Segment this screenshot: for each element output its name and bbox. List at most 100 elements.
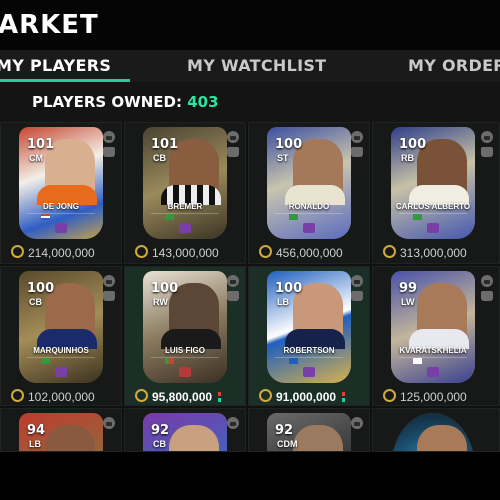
player-card[interactable]: 94 LB bbox=[19, 413, 103, 451]
lock-icon bbox=[103, 275, 115, 287]
card-badge-icon bbox=[427, 223, 439, 233]
tab-my-players[interactable]: MY PLAYERS bbox=[0, 56, 111, 75]
coin-icon bbox=[11, 245, 24, 259]
player-rating: 100 bbox=[151, 281, 179, 296]
player-cell-bremer[interactable]: 101 CB BREMER 143,000,000 bbox=[124, 122, 246, 264]
player-cell-carlos-alberto[interactable]: 100 RB CARLOS ALBERTO 313,000,000 bbox=[372, 122, 500, 264]
player-name: KVARATSKHELIA bbox=[399, 346, 467, 355]
player-card[interactable]: 99 LW KVARATSKHELIA bbox=[391, 271, 475, 383]
shirt-icon bbox=[351, 291, 363, 301]
player-name: DE JONG bbox=[42, 202, 79, 211]
coin-icon bbox=[383, 389, 396, 403]
player-card[interactable]: 100 RB CARLOS ALBERTO bbox=[391, 127, 475, 239]
shirt-icon bbox=[351, 147, 363, 157]
lock-icon bbox=[351, 275, 363, 287]
player-cell-marquinhos[interactable]: 100 CB MARQUINHOS 102,000,000 bbox=[0, 266, 122, 406]
player-cell[interactable]: 92 CDM bbox=[248, 408, 370, 452]
player-name: ROBERTSON bbox=[283, 346, 335, 355]
players-owned-bar: PLAYERS OWNED: 403 bbox=[0, 82, 500, 122]
lock-icon bbox=[351, 417, 363, 429]
player-rating: 92 bbox=[275, 423, 294, 438]
player-card[interactable]: 92 CB bbox=[143, 413, 227, 451]
players-owned-text: PLAYERS OWNED: bbox=[32, 93, 182, 111]
lock-icon bbox=[481, 131, 493, 143]
card-badge-icon bbox=[55, 367, 67, 377]
player-cell[interactable]: 94 LB bbox=[0, 408, 122, 452]
tab-my-orders[interactable]: MY ORDERS bbox=[408, 56, 500, 75]
player-position: CB bbox=[153, 439, 166, 449]
lock-icon bbox=[481, 275, 493, 287]
coin-icon bbox=[259, 389, 272, 403]
player-name: CARLOS ALBERTO bbox=[395, 202, 471, 211]
player-rating: 100 bbox=[275, 281, 303, 296]
player-position: CM bbox=[29, 153, 43, 163]
coin-icon bbox=[259, 245, 272, 259]
player-grid: 101 CM DE JONG 214,000,000 101 CB BREMER bbox=[0, 122, 500, 452]
lock-icon bbox=[103, 131, 115, 143]
player-price: 102,000,000 bbox=[28, 389, 95, 404]
nation-flag-icon bbox=[165, 214, 174, 220]
player-price: 214,000,000 bbox=[28, 245, 95, 260]
lock-icon bbox=[103, 417, 115, 429]
player-name: MARQUINHOS bbox=[33, 346, 89, 355]
lock-icon bbox=[351, 131, 363, 143]
player-name: RONALDO bbox=[288, 202, 330, 211]
card-badge-icon bbox=[427, 367, 439, 377]
nation-flag-icon bbox=[289, 358, 298, 364]
player-cell-kvaratskhelia[interactable]: 99 LW KVARATSKHELIA 125,000,000 bbox=[372, 266, 500, 406]
price-row: 95,800,000 bbox=[135, 388, 222, 404]
nation-flag-icon bbox=[41, 358, 50, 364]
player-card[interactable]: 100 RW LUIS FIGO bbox=[143, 271, 227, 383]
lock-icon bbox=[227, 275, 239, 287]
shirt-icon bbox=[103, 291, 115, 301]
player-position: CDM bbox=[277, 439, 298, 449]
player-name: BREMER bbox=[167, 202, 203, 211]
card-badge-icon bbox=[303, 367, 315, 377]
coin-icon bbox=[383, 245, 396, 259]
price-row: 125,000,000 bbox=[383, 388, 467, 404]
nation-flag-icon bbox=[289, 214, 298, 220]
player-rating: 101 bbox=[27, 137, 55, 152]
tab-bar: MY PLAYERS MY WATCHLIST MY ORDERS bbox=[0, 50, 500, 82]
lock-icon bbox=[227, 131, 239, 143]
player-card[interactable]: 101 CM DE JONG bbox=[19, 127, 103, 239]
player-price: 91,000,000 bbox=[276, 389, 337, 404]
player-rating: 100 bbox=[27, 281, 55, 296]
player-cell[interactable] bbox=[372, 408, 500, 452]
lock-icon bbox=[227, 417, 239, 429]
player-price: 456,000,000 bbox=[276, 245, 343, 260]
player-position: LB bbox=[29, 439, 41, 449]
price-row: 456,000,000 bbox=[259, 244, 343, 260]
player-card[interactable]: 100 LB ROBERTSON bbox=[267, 271, 351, 383]
player-rating: 101 bbox=[151, 137, 179, 152]
player-card[interactable]: 101 CB BREMER bbox=[143, 127, 227, 239]
player-price: 125,000,000 bbox=[400, 389, 467, 404]
coin-icon bbox=[11, 389, 24, 403]
card-badge-icon bbox=[303, 223, 315, 233]
shirt-icon bbox=[103, 147, 115, 157]
nation-flag-icon bbox=[41, 214, 50, 220]
player-cell-ronaldo[interactable]: 100 ST RONALDO 456,000,000 bbox=[248, 122, 370, 264]
player-cell-luis-figo[interactable]: 100 RW LUIS FIGO 95,800,000 bbox=[124, 266, 246, 406]
player-card[interactable]: 92 CDM bbox=[267, 413, 351, 451]
player-cell-de-jong[interactable]: 101 CM DE JONG 214,000,000 bbox=[0, 122, 122, 264]
player-price: 143,000,000 bbox=[152, 245, 219, 260]
player-card[interactable]: 100 ST RONALDO bbox=[267, 127, 351, 239]
tab-my-watchlist[interactable]: MY WATCHLIST bbox=[187, 56, 326, 75]
player-card[interactable]: 100 CB MARQUINHOS bbox=[19, 271, 103, 383]
player-position: CB bbox=[153, 153, 166, 163]
player-price: 95,800,000 bbox=[152, 389, 213, 404]
card-badge-icon bbox=[179, 223, 191, 233]
price-row: 313,000,000 bbox=[383, 244, 467, 260]
player-card[interactable] bbox=[391, 413, 475, 451]
player-cell-robertson[interactable]: 100 LB ROBERTSON 91,000,000 bbox=[248, 266, 370, 406]
market-header: ARKET bbox=[0, 0, 500, 50]
player-position: RB bbox=[401, 153, 414, 163]
player-price: 313,000,000 bbox=[400, 245, 467, 260]
player-name: LUIS FIGO bbox=[165, 346, 205, 355]
nation-flag-icon bbox=[413, 214, 422, 220]
player-cell[interactable]: 92 CB bbox=[124, 408, 246, 452]
player-position: CB bbox=[29, 297, 42, 307]
player-rating: 100 bbox=[399, 137, 427, 152]
price-trend-icon bbox=[218, 391, 222, 402]
